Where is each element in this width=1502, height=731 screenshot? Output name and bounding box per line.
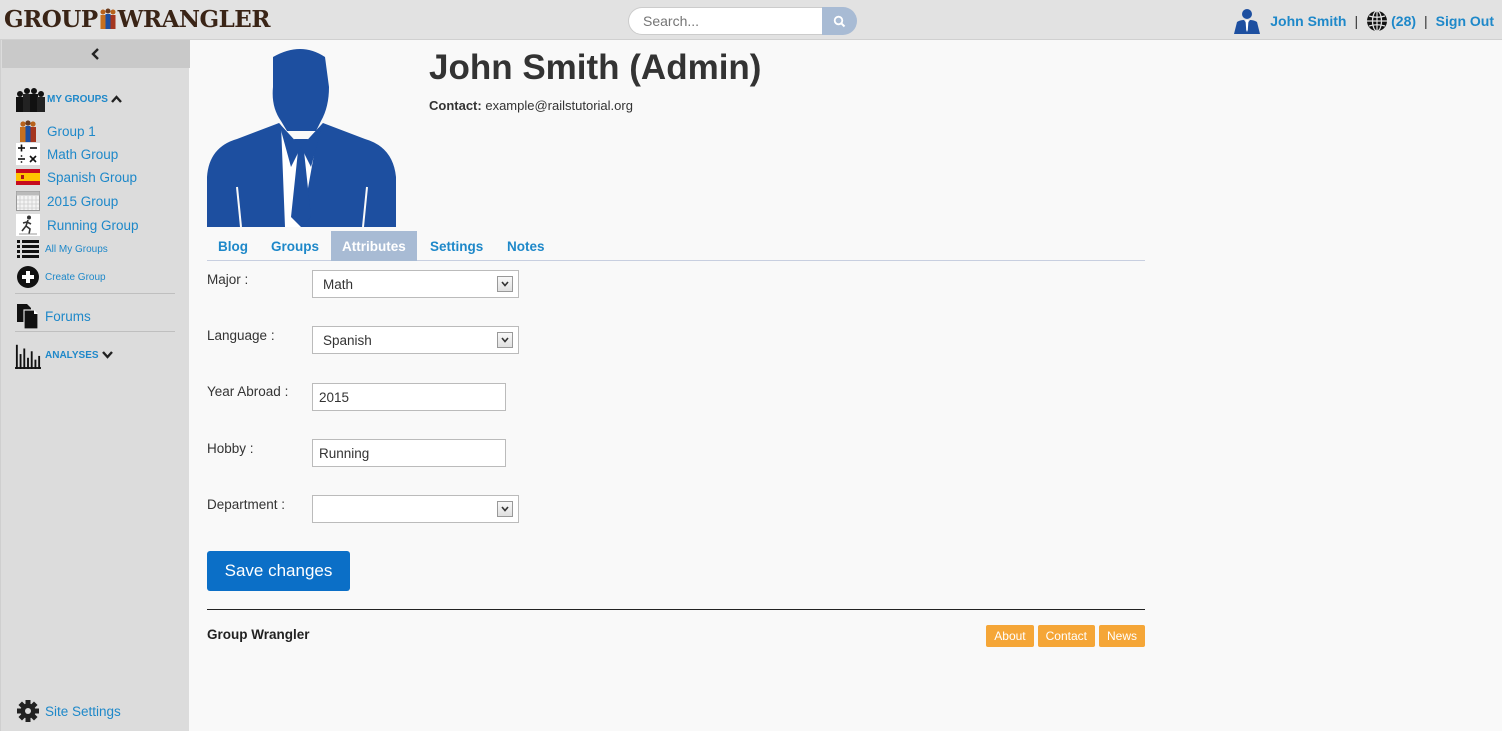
sidebar-item-spanish-group[interactable]: Spanish Group bbox=[15, 166, 137, 188]
sidebar-item-math-group[interactable]: Math Group bbox=[15, 143, 118, 165]
sidebar-item-label: Site Settings bbox=[45, 703, 121, 719]
sidebar-item-running-group[interactable]: Running Group bbox=[15, 214, 139, 236]
chevron-down-icon bbox=[497, 332, 513, 348]
language-select[interactable]: Spanish bbox=[312, 326, 519, 354]
search-bar bbox=[628, 7, 857, 35]
year-abroad-label: Year Abroad : bbox=[207, 384, 289, 399]
tab-notes[interactable]: Notes bbox=[496, 231, 556, 261]
group-silhouettes-icon bbox=[15, 88, 45, 112]
sidebar-item-forums[interactable]: Forums bbox=[15, 302, 91, 330]
profile-avatar bbox=[207, 47, 396, 228]
hobby-label: Hobby : bbox=[207, 441, 254, 456]
contact-label: Contact: bbox=[429, 98, 482, 113]
footer-title: Group Wrangler bbox=[207, 627, 310, 642]
contact-email: example@railstutorial.org bbox=[485, 98, 633, 113]
sidebar-item-label: Group 1 bbox=[47, 123, 96, 139]
major-select-value: Math bbox=[323, 276, 354, 292]
sidebar: MY GROUPS Group 1 Math Group Spanish Gro… bbox=[0, 40, 190, 731]
list-icon bbox=[15, 238, 41, 260]
chevron-down-icon bbox=[101, 351, 113, 359]
user-avatar-icon bbox=[1232, 8, 1262, 34]
sidebar-item-label: Running Group bbox=[47, 217, 139, 233]
group-people-icon bbox=[15, 120, 41, 142]
separator: | bbox=[1354, 13, 1359, 29]
user-name-link[interactable]: John Smith bbox=[1270, 13, 1346, 29]
hobby-input[interactable] bbox=[312, 439, 506, 467]
top-bar: GROUPWRANGLER John Smith | (28) | Sign O… bbox=[0, 0, 1502, 40]
profile-name: John Smith (Admin) bbox=[429, 48, 762, 87]
gear-icon bbox=[15, 700, 41, 722]
sidebar-item-label: Math Group bbox=[47, 146, 119, 162]
math-symbols-icon bbox=[15, 143, 41, 165]
tab-settings[interactable]: Settings bbox=[419, 231, 494, 261]
chevron-left-icon bbox=[91, 48, 99, 60]
search-input[interactable] bbox=[628, 7, 824, 35]
sidebar-analyses-toggle[interactable]: ANALYSES bbox=[15, 340, 113, 370]
search-icon bbox=[833, 15, 846, 27]
chevron-down-icon bbox=[497, 501, 513, 517]
globe-icon[interactable] bbox=[1366, 10, 1388, 32]
footer-contact-link[interactable]: Contact bbox=[1037, 625, 1095, 647]
language-label: Language : bbox=[207, 328, 275, 343]
sidebar-item-label: Forums bbox=[45, 308, 91, 324]
sidebar-item-group-1[interactable]: Group 1 bbox=[15, 120, 96, 142]
footer-about-link[interactable]: About bbox=[986, 625, 1034, 647]
sidebar-item-label: Create Group bbox=[45, 271, 106, 283]
save-changes-button[interactable]: Save changes bbox=[207, 551, 350, 591]
sidebar-item-2015-group[interactable]: 2015 Group bbox=[15, 190, 118, 212]
calendar-icon bbox=[15, 190, 41, 212]
spain-flag-icon bbox=[15, 166, 41, 188]
bar-chart-icon bbox=[15, 340, 41, 370]
sidebar-my-groups-toggle[interactable]: MY GROUPS bbox=[15, 88, 122, 112]
tab-attributes[interactable]: Attributes bbox=[331, 231, 417, 261]
footer-divider bbox=[207, 609, 1145, 610]
language-select-value: Spanish bbox=[323, 332, 372, 348]
separator: | bbox=[1424, 13, 1428, 29]
plus-circle-icon bbox=[15, 266, 41, 288]
year-abroad-input[interactable] bbox=[312, 383, 506, 411]
sidebar-divider bbox=[15, 293, 175, 294]
logo-people-icon bbox=[98, 8, 118, 30]
footer-news-link[interactable]: News bbox=[1098, 625, 1145, 647]
user-menu: John Smith | (28) | Sign Out bbox=[1232, 8, 1494, 34]
tab-blog[interactable]: Blog bbox=[207, 231, 259, 261]
search-button[interactable] bbox=[822, 7, 857, 35]
department-select[interactable] bbox=[312, 495, 519, 523]
sidebar-item-label: All My Groups bbox=[45, 243, 108, 255]
my-groups-label: MY GROUPS bbox=[47, 93, 108, 105]
major-select[interactable]: Math bbox=[312, 270, 519, 298]
sidebar-item-create-group[interactable]: Create Group bbox=[15, 266, 106, 288]
sidebar-item-label: Spanish Group bbox=[47, 169, 138, 185]
chevron-down-icon bbox=[497, 276, 513, 292]
profile-contact: Contact: example@railstutorial.org bbox=[429, 98, 633, 113]
footer-links: About Contact News bbox=[986, 625, 1145, 647]
sidebar-item-site-settings[interactable]: Site Settings bbox=[15, 700, 121, 722]
app-logo[interactable]: GROUP WRANGLER bbox=[4, 6, 270, 33]
department-label: Department : bbox=[207, 497, 286, 512]
documents-icon bbox=[15, 302, 41, 330]
tab-groups[interactable]: Groups bbox=[260, 231, 330, 261]
runner-icon bbox=[15, 214, 41, 236]
sidebar-item-all-groups[interactable]: All My Groups bbox=[15, 238, 108, 260]
chevron-up-icon bbox=[111, 95, 122, 103]
major-label: Major : bbox=[207, 272, 249, 287]
analyses-label: ANALYSES bbox=[45, 349, 99, 361]
profile-tabs: Blog Groups Attributes Settings Notes bbox=[207, 231, 1145, 261]
sidebar-item-label: 2015 Group bbox=[47, 193, 119, 209]
sidebar-collapse-button[interactable] bbox=[2, 40, 190, 68]
sidebar-divider bbox=[15, 331, 175, 332]
notifications-count[interactable]: (28) bbox=[1391, 13, 1416, 29]
sign-out-link[interactable]: Sign Out bbox=[1436, 13, 1494, 29]
